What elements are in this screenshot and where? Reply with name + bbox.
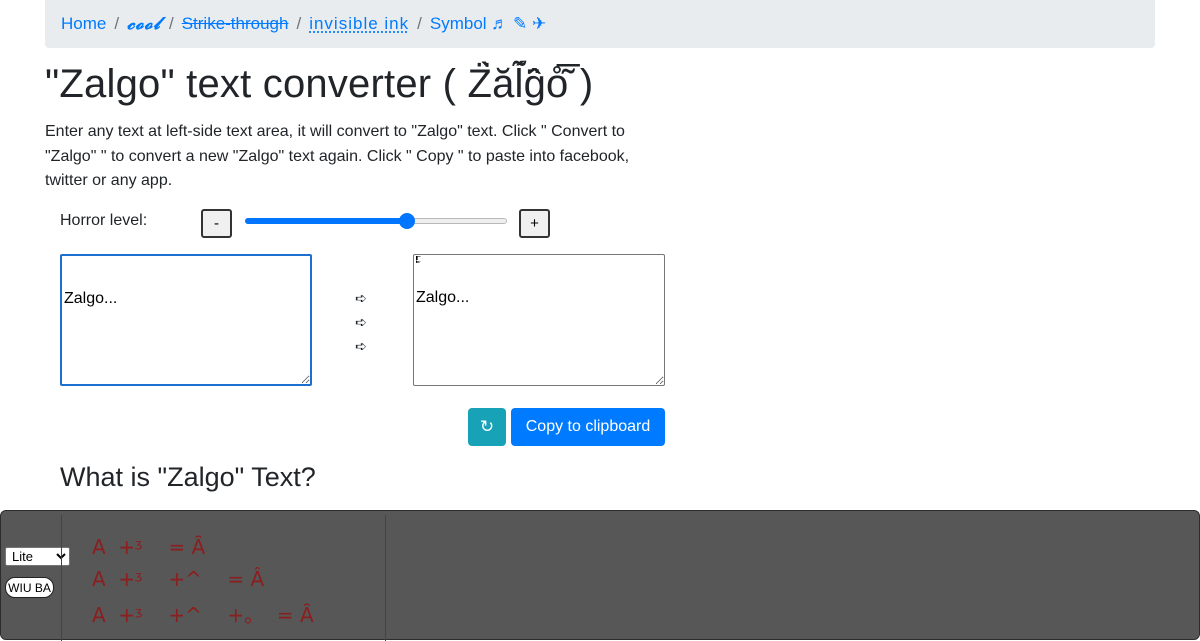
breadcrumb-home[interactable]: Home [61, 14, 106, 34]
slider-fill [245, 218, 408, 224]
slider-thumb[interactable] [399, 213, 416, 229]
demo-line: A +ᶾ = Ȃ [92, 535, 206, 559]
convert-arrows: ➪ ➪ ➪ [355, 290, 367, 355]
horror-increase-button[interactable]: + [519, 209, 550, 238]
breadcrumb-invisible-ink[interactable]: invisible ink [309, 14, 409, 34]
arrow-right-icon: ➪ [355, 338, 367, 354]
page-title: "Zalgo" text converter ( Z̈̀ăĺ̃ĝ̈o̊͂̅ ) [45, 62, 594, 106]
overlay-panel: Lite WIU BA A +ᶾ = Ȃ A +ᶾ +^ = Â A +ᶾ +^… [0, 510, 1200, 641]
breadcrumb-separator: / [417, 14, 422, 33]
demo-line: A +ᶾ +^ = Â [92, 567, 265, 591]
copy-to-clipboard-button[interactable]: Copy to clipboard [511, 408, 665, 446]
section-heading: What is "Zalgo" Text? [60, 462, 316, 492]
overlay-button[interactable]: WIU BA [5, 577, 54, 598]
breadcrumb-cool[interactable]: 𝓬𝓸𝓸𝓵 [127, 14, 161, 34]
breadcrumb: Home / 𝓬𝓸𝓸𝓵 / Strike-through / invisible… [45, 0, 1155, 48]
arrow-right-icon: ➪ [355, 314, 367, 330]
demo-line: A +ᶾ +^ +。 = Ȃ [92, 603, 314, 627]
input-textarea[interactable]: Zalgo... [60, 254, 312, 386]
horror-level-slider[interactable] [245, 213, 507, 229]
breadcrumb-separator: / [168, 14, 174, 33]
diacritic-demo-panel: A +ᶾ = Ȃ A +ᶾ +^ = Â A +ᶾ +^ +。 = Ȃ [61, 515, 386, 641]
arrow-right-icon: ➪ [355, 290, 367, 306]
breadcrumb-separator: / [114, 14, 120, 33]
breadcrumb-separator: / [296, 14, 302, 33]
convert-refresh-button[interactable]: ↻ [468, 408, 506, 446]
intro-text: Enter any text at left-side text area, i… [45, 123, 630, 189]
breadcrumb-strike-through[interactable]: Strike-through [182, 14, 289, 34]
horror-level-label: Horror level: [60, 212, 148, 229]
horror-decrease-button[interactable]: - [201, 209, 232, 238]
zalgo-diacritics: ̴̵̶̷̸̡̢̧̨̛̖̗̘̙̜̝̞̟̠̣̤̥̦̩̪̫̬̭̮̯̰̱̲̳̹̺̻̼͇͈… [416, 256, 474, 356]
breadcrumb-symbol[interactable]: Symbol ♬ ✎ ✈ [430, 14, 546, 34]
refresh-icon: ↻ [479, 417, 495, 436]
